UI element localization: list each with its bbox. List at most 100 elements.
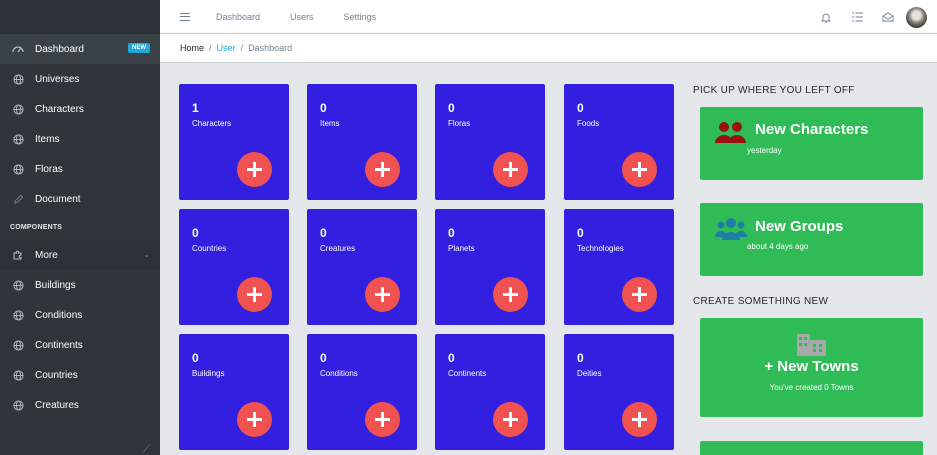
pencil-icon [12,193,24,205]
stat-card-buildings: 0 Buildings [179,334,289,450]
add-button[interactable] [493,402,528,437]
plus-icon [503,287,518,302]
create-card-sub: You've created 0 Towns [769,383,854,392]
globe-icon [12,163,24,175]
card-label: Floras [448,119,471,128]
header-link-settings[interactable]: Settings [344,12,377,22]
card-count: 0 [448,226,455,240]
recent-card-time: yesterday [747,146,782,155]
add-button[interactable] [237,277,272,312]
sidebar-item-items[interactable]: Items [0,124,160,154]
sidebar: Dashboard NEW Universes Characters Items… [0,0,160,455]
globe-icon [12,103,24,115]
recent-card-time: about 4 days ago [747,242,809,251]
speedometer-icon [12,43,24,55]
recent-card-characters[interactable]: New Characters yesterday [700,107,923,180]
sidebar-item-universes[interactable]: Universes [0,64,160,94]
card-label: Continents [448,369,487,378]
users-icon [714,121,747,150]
card-count: 0 [448,351,455,365]
menu-toggle-button[interactable] [180,12,190,21]
header-link-dashboard[interactable]: Dashboard [216,12,260,22]
card-label: Foods [577,119,600,128]
stat-card-characters: 1 Characters [179,84,289,200]
new-badge: NEW [128,43,150,53]
sidebar-item-conditions[interactable]: Conditions [0,300,160,330]
sidebar-item-label: Universes [35,73,80,85]
recent-card-title: New Characters [755,121,869,138]
buildings-icon-wrap [700,330,923,361]
card-count: 0 [192,226,199,240]
sidebar-item-label: Conditions [35,309,83,321]
sidebar-item-label: Characters [35,103,84,115]
add-button[interactable] [493,152,528,187]
create-card-next[interactable] [700,441,923,455]
globe-icon [12,399,24,411]
bell-icon[interactable] [820,11,832,23]
create-card-title: New Towns [777,358,859,375]
header-link-users[interactable]: Users [290,12,314,22]
stat-card-planets: 0 Planets [435,209,545,325]
add-button[interactable] [365,402,400,437]
sidebar-item-label: Document [35,193,81,205]
stat-card-continents: 0 Continents [435,334,545,450]
sidebar-item-characters[interactable]: Characters [0,94,160,124]
add-button[interactable] [622,277,657,312]
add-button[interactable] [237,402,272,437]
sidebar-item-label: Buildings [35,279,76,291]
globe-icon [12,133,24,145]
card-count: 0 [448,101,455,115]
card-label: Countries [192,244,227,253]
recent-card-groups[interactable]: New Groups about 4 days ago [700,203,923,276]
plus-icon [247,412,262,427]
card-label: Characters [192,119,232,128]
sidebar-item-document[interactable]: Document [0,184,160,214]
sidebar-item-creatures[interactable]: Creatures [0,390,160,420]
plus-icon [375,412,390,427]
envelope-icon[interactable] [882,11,894,23]
sidebar-minimizer[interactable]: ⟋ [0,444,160,455]
sidebar-section-title: COMPONENTS [10,223,63,231]
globe-icon [12,279,24,291]
pickup-section-title: PICK UP WHERE YOU LEFT OFF [693,85,855,96]
create-card-towns[interactable]: + New Towns You've created 0 Towns [700,318,923,417]
plus-icon [247,287,262,302]
sidebar-item-dashboard[interactable]: Dashboard NEW [0,34,160,64]
sidebar-item-more[interactable]: More ⌄ [0,240,160,270]
add-button[interactable] [365,277,400,312]
sidebar-item-countries[interactable]: Countries [0,360,160,390]
sidebar-item-label: Floras [35,163,63,175]
group-icon [714,217,748,246]
card-label: Conditions [320,369,358,378]
sidebar-header [0,0,160,34]
sidebar-item-label: More [35,249,58,261]
breadcrumb-current: Dashboard [248,43,293,53]
sidebar-item-label: Creatures [35,399,79,411]
create-section-title: CREATE SOMETHING NEW [693,296,829,307]
sidebar-item-floras[interactable]: Floras [0,154,160,184]
list-icon[interactable] [851,11,863,23]
stat-card-foods: 0 Foods [564,84,674,200]
breadcrumb: Home / User / Dashboard [160,34,937,63]
breadcrumb-home[interactable]: Home [180,43,204,53]
card-count: 0 [577,101,584,115]
add-button[interactable] [493,277,528,312]
add-button[interactable] [237,152,272,187]
stat-card-floras: 0 Floras [435,84,545,200]
sidebar-item-continents[interactable]: Continents [0,330,160,360]
add-button[interactable] [622,402,657,437]
card-count: 1 [192,101,199,115]
puzzle-icon [12,249,24,261]
card-count: 0 [192,351,199,365]
add-button[interactable] [622,152,657,187]
plus-icon [632,412,647,427]
plus-icon: + [764,358,774,375]
avatar[interactable] [906,6,927,28]
add-button[interactable] [365,152,400,187]
card-count: 0 [577,226,584,240]
create-card-title-row: + New Towns [700,358,923,375]
sidebar-item-label: Continents [35,339,83,351]
card-count: 0 [320,226,327,240]
sidebar-item-buildings[interactable]: Buildings [0,270,160,300]
breadcrumb-user[interactable]: User [217,43,236,53]
